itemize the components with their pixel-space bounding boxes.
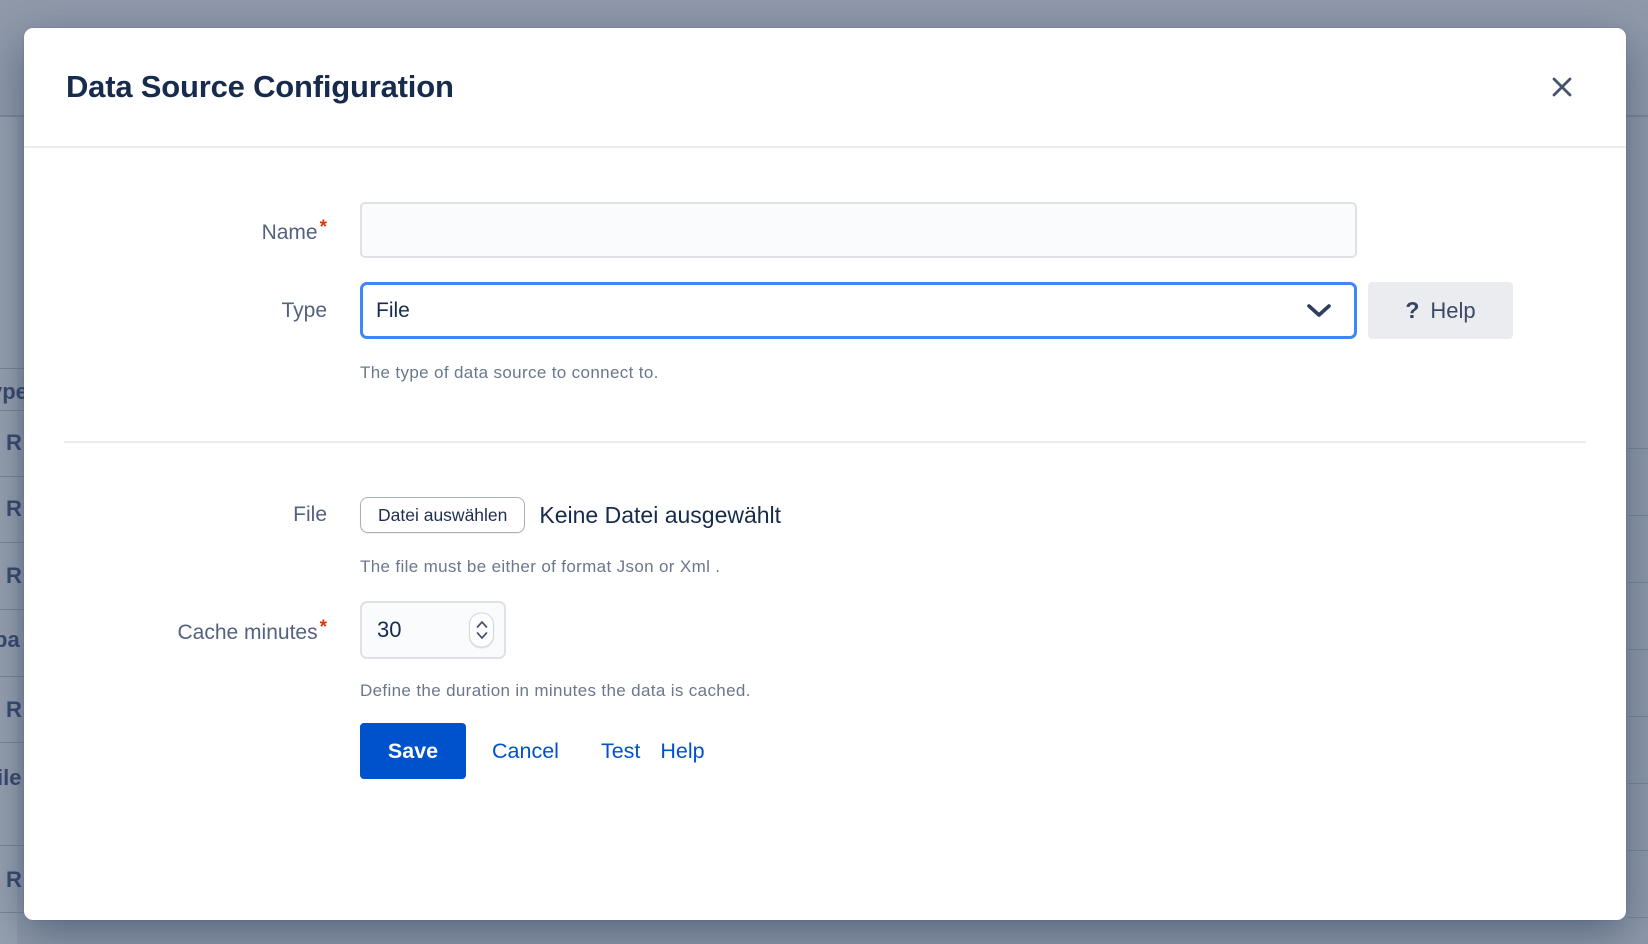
test-button[interactable]: Test xyxy=(601,739,640,764)
background-text-fragment: ile xyxy=(0,765,21,791)
actions-row: Save Cancel Test Help xyxy=(64,723,1586,779)
cache-minutes-label: Cache minutes* xyxy=(64,616,327,645)
background-row-divider xyxy=(1628,917,1648,918)
name-input[interactable] xyxy=(360,202,1357,258)
background-text-fragment: R xyxy=(6,563,22,589)
choose-file-button[interactable]: Datei auswählen xyxy=(360,497,525,533)
type-select[interactable]: File xyxy=(360,282,1357,339)
dialog-body: Name* Type File ? Help xyxy=(24,202,1626,779)
background-row-divider xyxy=(0,476,25,477)
background-row-divider xyxy=(1628,649,1648,650)
background-row-divider xyxy=(0,542,25,543)
required-asterisk: * xyxy=(320,217,327,238)
data-source-configuration-dialog: Data Source Configuration Name* Type Fil… xyxy=(24,28,1626,920)
background-row-divider xyxy=(0,742,25,743)
background-row-divider xyxy=(1628,582,1648,583)
question-mark-icon: ? xyxy=(1405,297,1419,324)
required-asterisk: * xyxy=(320,617,327,638)
background-row-divider xyxy=(0,410,25,411)
screen: { "modal": { "title": "Data Source Confi… xyxy=(0,0,1648,944)
background-row-divider xyxy=(1628,783,1648,784)
background-text-fragment: R xyxy=(6,496,22,522)
type-help-button[interactable]: ? Help xyxy=(1368,282,1513,339)
file-helper-text: The file must be either of format Json o… xyxy=(360,557,1586,577)
cache-helper-text: Define the duration in minutes the data … xyxy=(360,681,1586,701)
type-helper-row: The type of data source to connect to. xyxy=(64,363,1586,383)
background-row-divider xyxy=(0,912,25,913)
background-row-divider xyxy=(1628,448,1648,449)
name-label: Name* xyxy=(64,216,327,245)
cache-minutes-field-row: Cache minutes* xyxy=(64,601,1586,659)
file-label: File xyxy=(64,503,327,527)
save-button[interactable]: Save xyxy=(360,723,466,779)
type-helper-text: The type of data source to connect to. xyxy=(360,363,1586,383)
cache-helper-row: Define the duration in minutes the data … xyxy=(64,681,1586,701)
file-field-row: File Datei auswählen Keine Datei ausgewä… xyxy=(64,497,1586,533)
file-helper-row: The file must be either of format Json o… xyxy=(64,557,1586,577)
dialog-header: Data Source Configuration xyxy=(24,28,1626,148)
chevron-down-icon xyxy=(476,632,488,640)
stepper-down-button[interactable] xyxy=(473,632,490,640)
background-row-divider xyxy=(0,676,25,677)
type-field-row: Type File ? Help xyxy=(64,282,1586,339)
background-row-divider xyxy=(0,845,25,846)
stepper-up-button[interactable] xyxy=(473,621,490,629)
name-field-row: Name* xyxy=(64,202,1586,258)
file-status-text: Keine Datei ausgewählt xyxy=(539,502,781,529)
close-button[interactable] xyxy=(1544,69,1580,105)
background-table-column xyxy=(0,117,17,944)
background-row-divider xyxy=(0,609,25,610)
background-row-divider xyxy=(1628,515,1648,516)
background-text-fragment: ba xyxy=(0,627,20,653)
type-select-value: File xyxy=(376,299,410,323)
cancel-button[interactable]: Cancel xyxy=(492,739,559,764)
background-text-fragment: R xyxy=(6,867,22,893)
type-label: Type xyxy=(64,299,327,323)
number-stepper xyxy=(469,613,494,648)
background-row-divider xyxy=(0,368,25,369)
close-icon xyxy=(1549,74,1575,100)
chevron-up-icon xyxy=(476,621,488,629)
background-row-divider xyxy=(1628,850,1648,851)
background-text-fragment: R xyxy=(6,430,22,456)
section-divider xyxy=(64,441,1586,443)
help-link-button[interactable]: Help xyxy=(660,739,704,764)
background-text-fragment: R xyxy=(6,697,22,723)
dialog-title: Data Source Configuration xyxy=(66,69,454,105)
type-help-button-label: Help xyxy=(1430,298,1475,324)
chevron-down-icon xyxy=(1306,303,1332,319)
background-row-divider xyxy=(1628,716,1648,717)
